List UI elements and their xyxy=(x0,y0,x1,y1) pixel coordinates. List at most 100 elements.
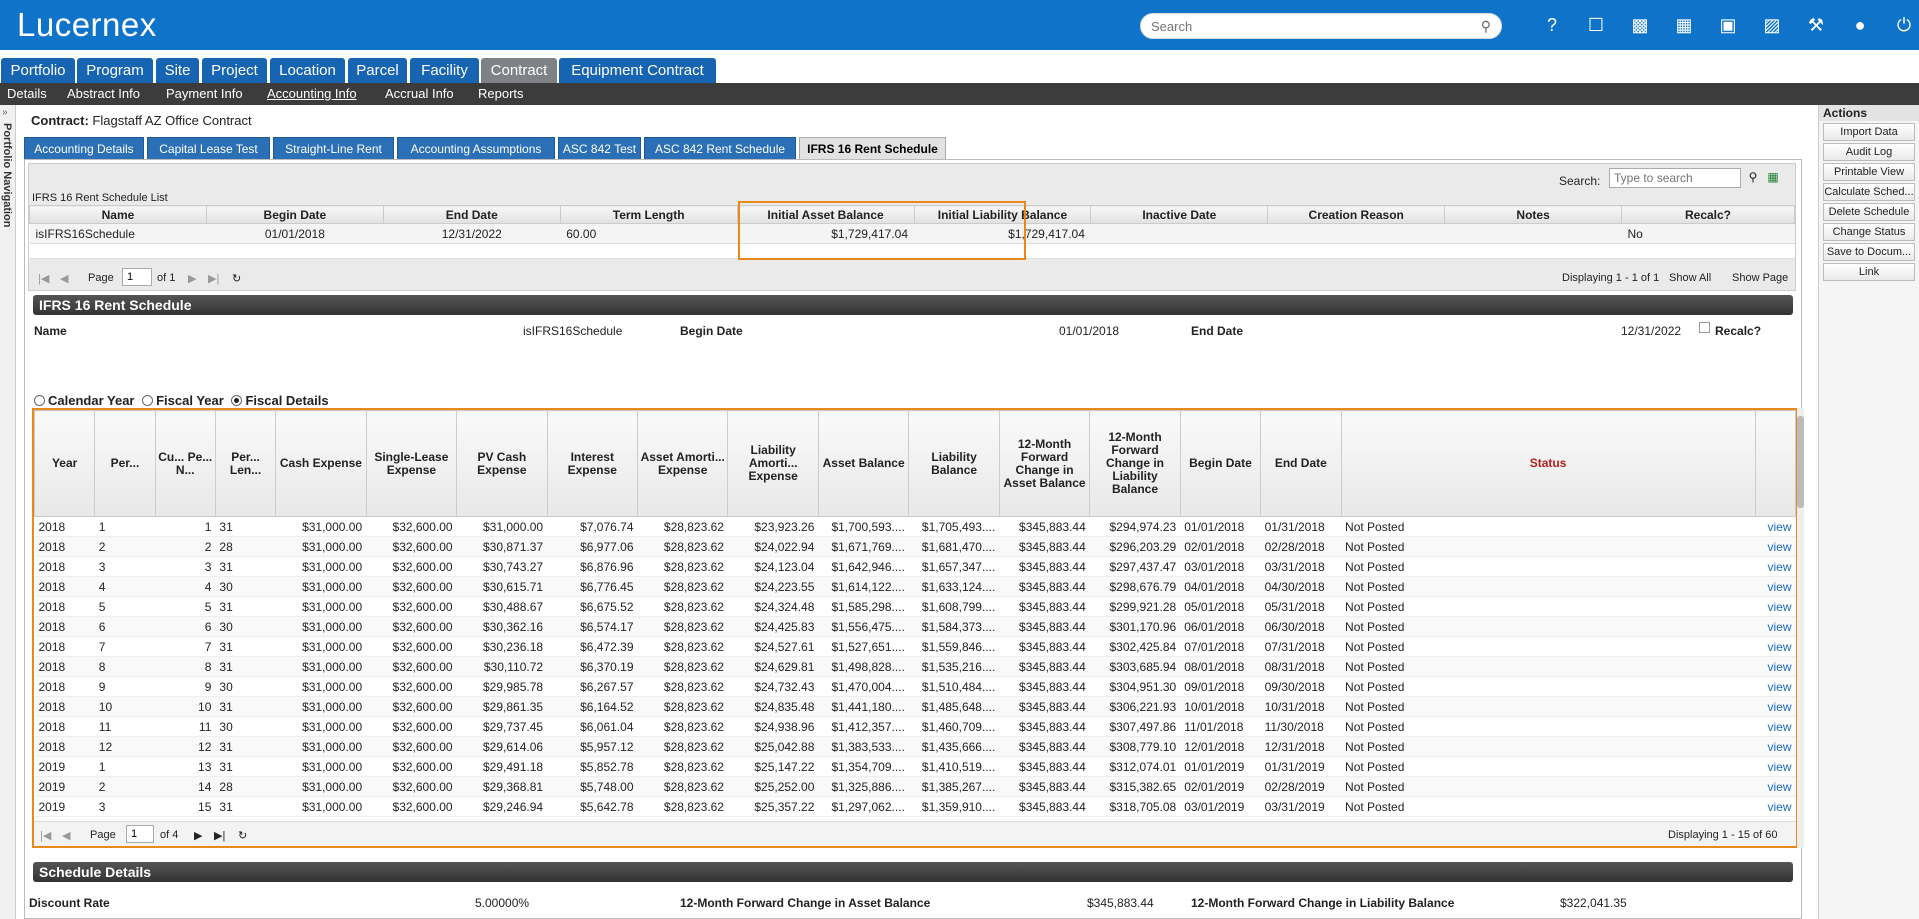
schedule-col-header[interactable]: Per... xyxy=(94,410,156,517)
view-link[interactable]: view xyxy=(1767,780,1791,794)
change-status-button[interactable]: Change Status xyxy=(1823,223,1915,241)
table-row[interactable]: 2018 10 10 31 $31,000.00 $32,600.00 $29,861.35… xyxy=(34,696,1796,717)
user-icon[interactable]: ● xyxy=(1838,12,1882,38)
radio-fiscal-details[interactable]: Fiscal Details xyxy=(231,393,329,408)
import-data-button[interactable]: Import Data xyxy=(1823,123,1915,141)
subnav-reports[interactable]: Reports xyxy=(478,86,524,101)
schedule-col-header[interactable]: Per... Len... xyxy=(214,410,277,517)
table-row[interactable]: 2018 1 1 31 $31,000.00 $32,600.00 $31,000.00 $7… xyxy=(34,516,1796,537)
col-begin-date[interactable]: Begin Date xyxy=(205,205,384,224)
global-search-input[interactable] xyxy=(1151,19,1471,34)
radio-button[interactable] xyxy=(34,395,45,406)
table-row[interactable]: 2018 6 6 30 $31,000.00 $32,600.00 $30,362.16 $6… xyxy=(34,616,1796,637)
view-link[interactable]: view xyxy=(1767,800,1791,814)
last-page-icon[interactable]: ▶| xyxy=(214,829,225,842)
schedule-col-header[interactable]: 12-Month Forward Change in Asset Balance xyxy=(998,410,1091,517)
view-link[interactable]: view xyxy=(1767,740,1791,754)
col-end-date[interactable]: End Date xyxy=(382,205,561,224)
table-row[interactable]: 2018 11 11 30 $31,000.00 $32,600.00 $29,737.45… xyxy=(34,716,1796,737)
view-link[interactable]: view xyxy=(1767,640,1791,654)
col-recalc[interactable]: Recalc? xyxy=(1621,205,1795,224)
link-button[interactable]: Link xyxy=(1823,263,1915,281)
tab-asc842-rent-schedule[interactable]: ASC 842 Rent Schedule xyxy=(644,137,796,159)
view-link[interactable]: view xyxy=(1767,540,1791,554)
view-cell[interactable]: view xyxy=(1755,656,1796,677)
delete-schedule-button[interactable]: Delete Schedule xyxy=(1823,203,1915,221)
refresh-icon[interactable]: ↻ xyxy=(232,272,241,285)
tab-straight-line-rent[interactable]: Straight-Line Rent xyxy=(273,137,394,159)
excel-export-icon[interactable]: ▦ xyxy=(1765,169,1781,185)
table-row[interactable]: 2018 2 2 28 $31,000.00 $32,600.00 $30,871.37 $6… xyxy=(34,536,1796,557)
schedule-col-header[interactable]: Liability Balance xyxy=(908,410,1000,517)
tab-location[interactable]: Location xyxy=(270,58,345,83)
view-link[interactable]: view xyxy=(1767,520,1791,534)
radio-button[interactable] xyxy=(231,395,243,406)
bookmark-icon[interactable]: ☐ xyxy=(1574,12,1618,38)
schedule-col-header[interactable]: Year xyxy=(34,410,96,517)
prev-page-icon[interactable]: ◀ xyxy=(62,829,70,842)
help-icon[interactable]: ? xyxy=(1530,12,1574,38)
view-link[interactable]: view xyxy=(1767,560,1791,574)
table-row[interactable]: 2018 4 4 30 $31,000.00 $32,600.00 $30,615.71 $6… xyxy=(34,576,1796,597)
subnav-accounting-info[interactable]: Accounting Info xyxy=(267,86,357,101)
tab-site[interactable]: Site xyxy=(156,58,199,83)
search-icon[interactable]: ⚲ xyxy=(1745,169,1761,185)
table-row[interactable]: 2019 1 13 31 $31,000.00 $32,600.00 $29,491.18 $… xyxy=(34,756,1796,777)
schedule-col-header[interactable]: Single-Lease Expense xyxy=(365,410,458,517)
show-page-button[interactable]: Show Page xyxy=(1732,272,1788,284)
tab-accounting-assumptions[interactable]: Accounting Assumptions xyxy=(397,137,555,159)
tab-asc842-test[interactable]: ASC 842 Test xyxy=(558,137,641,159)
table-row[interactable]: 2018 3 3 31 $31,000.00 $32,600.00 $30,743.27 $6… xyxy=(34,556,1796,577)
subnav-accrual-info[interactable]: Accrual Info xyxy=(385,86,454,101)
table-row[interactable]: 2019 2 14 28 $31,000.00 $32,600.00 $29,368.81 $… xyxy=(34,776,1796,797)
table-row[interactable]: 2019 3 15 31 $31,000.00 $32,600.00 $29,246.94 $… xyxy=(34,796,1796,817)
col-inactive-date[interactable]: Inactive Date xyxy=(1090,205,1269,224)
subnav-details[interactable]: Details xyxy=(7,86,47,101)
view-link[interactable]: view xyxy=(1767,720,1791,734)
schedule-col-header[interactable]: Cu... Pe... N... xyxy=(154,410,216,517)
tools-icon[interactable]: ⚒ xyxy=(1794,12,1838,38)
col-creation-reason[interactable]: Creation Reason xyxy=(1267,205,1446,224)
view-cell[interactable]: view xyxy=(1755,616,1796,637)
view-cell[interactable]: view xyxy=(1755,756,1796,777)
calendar-icon[interactable]: ▦ xyxy=(1662,12,1706,38)
schedule-col-header[interactable]: Asset Balance xyxy=(817,410,910,517)
view-cell[interactable]: view xyxy=(1755,736,1796,757)
radio-button[interactable] xyxy=(142,395,154,406)
view-link[interactable]: view xyxy=(1767,680,1791,694)
view-cell[interactable]: view xyxy=(1755,696,1796,717)
printable-view-button[interactable]: Printable View xyxy=(1823,163,1915,181)
first-page-icon[interactable]: |◀ xyxy=(40,829,51,842)
next-page-icon[interactable]: ▶ xyxy=(194,829,202,842)
tab-parcel[interactable]: Parcel xyxy=(348,58,407,83)
vertical-scrollbar[interactable] xyxy=(1797,408,1804,848)
view-cell[interactable]: view xyxy=(1755,776,1796,797)
table-row[interactable]: 2018 8 8 31 $31,000.00 $32,600.00 $30,110.72 $6… xyxy=(34,656,1796,677)
page-input[interactable] xyxy=(126,825,154,843)
table-row[interactable]: 2018 5 5 31 $31,000.00 $32,600.00 $30,488.67 $6… xyxy=(34,596,1796,617)
audit-log-button[interactable]: Audit Log xyxy=(1823,143,1915,161)
calculate-schedule-button[interactable]: Calculate Sched... xyxy=(1823,183,1915,201)
col-name[interactable]: Name xyxy=(29,205,207,224)
last-page-icon[interactable]: ▶| xyxy=(208,272,219,285)
view-cell[interactable]: view xyxy=(1755,676,1796,697)
view-cell[interactable]: view xyxy=(1755,516,1796,537)
scrollbar-thumb[interactable] xyxy=(1797,416,1804,508)
next-page-icon[interactable]: ▶ xyxy=(188,272,196,285)
first-page-icon[interactable]: |◀ xyxy=(38,272,49,285)
tab-capital-lease-test[interactable]: Capital Lease Test xyxy=(147,137,270,159)
schedule-col-header[interactable]: Interest Expense xyxy=(546,410,639,517)
view-link[interactable]: view xyxy=(1767,760,1791,774)
schedule-col-header[interactable]: Liability Amorti... Expense xyxy=(727,410,819,517)
recalc-checkbox[interactable] xyxy=(1699,322,1710,333)
tab-ifrs16-rent-schedule[interactable]: IFRS 16 Rent Schedule xyxy=(799,137,946,159)
view-cell[interactable]: view xyxy=(1755,636,1796,657)
radio-fiscal-year[interactable]: Fiscal Year xyxy=(142,393,224,408)
portfolio-navigation-panel[interactable]: » Portfolio Navigation xyxy=(0,105,16,919)
schedule-col-header[interactable]: Asset Amorti... Expense xyxy=(636,410,729,517)
briefcase-icon[interactable]: ▨ xyxy=(1750,12,1794,38)
tab-project[interactable]: Project xyxy=(202,58,267,83)
show-all-button[interactable]: Show All xyxy=(1669,272,1711,284)
schedule-col-header[interactable] xyxy=(1754,410,1796,517)
view-link[interactable]: view xyxy=(1767,660,1791,674)
